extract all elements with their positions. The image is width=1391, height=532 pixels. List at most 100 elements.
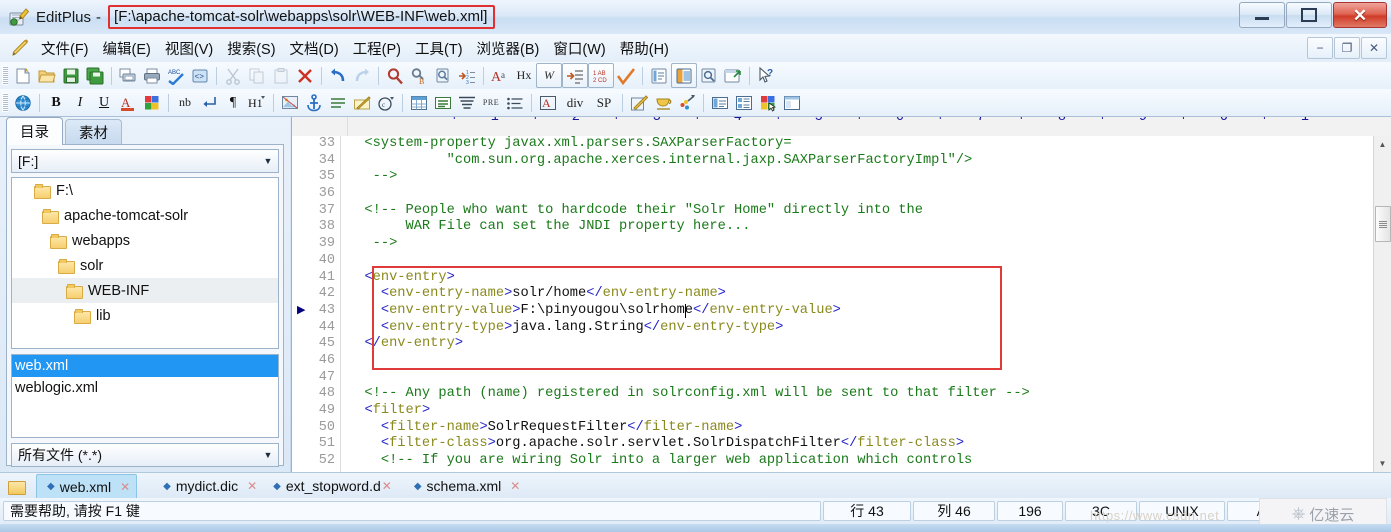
horizontal-rule-icon[interactable]: [326, 91, 350, 114]
copy-icon[interactable]: [245, 64, 269, 87]
doctab-schema-xml[interactable]: ◆ schema.xml ✕: [404, 475, 526, 497]
mdi-restore-button[interactable]: ❐: [1334, 37, 1360, 59]
menu-edit[interactable]: 编辑(E): [96, 35, 158, 62]
scrollbar-thumb[interactable]: [1375, 206, 1391, 242]
palette-grid-icon[interactable]: [756, 91, 780, 114]
tree-item-apache-tomcat-solr[interactable]: apache-tomcat-solr: [12, 203, 278, 228]
list-icon[interactable]: [503, 91, 527, 114]
file-item-weblogic-xml[interactable]: weblogic.xml: [12, 377, 278, 399]
code-line[interactable]: -->: [348, 169, 1030, 186]
tab-cliptext[interactable]: 素材: [65, 119, 122, 145]
form-icon[interactable]: [431, 91, 455, 114]
tree-item-f-root[interactable]: F:\: [12, 178, 278, 203]
panel-toggle-icon[interactable]: [671, 63, 697, 88]
doctab-web-xml[interactable]: ◆ web.xml ✕: [36, 473, 138, 499]
align-icon[interactable]: [455, 91, 479, 114]
bold-icon[interactable]: B: [44, 91, 68, 114]
color-picker-icon[interactable]: [675, 91, 699, 114]
print-preview-icon[interactable]: [116, 64, 140, 87]
font-color-icon[interactable]: A: [116, 91, 140, 114]
font-tag-icon[interactable]: A: [536, 91, 560, 114]
color-palette-icon[interactable]: [140, 91, 164, 114]
browser-icon[interactable]: [721, 64, 745, 87]
menu-project[interactable]: 工程(P): [346, 35, 408, 62]
code-area[interactable]: 33 34 35 36 37 38 39 40 41 42 43 ▶ 44 45 46 47 48 49 50 51 5…: [292, 136, 1375, 472]
doctab-ext-stopword[interactable]: ◆ ext_stopword.d ✕: [263, 475, 398, 497]
script-edit-icon[interactable]: [627, 91, 651, 114]
code-line[interactable]: <env-entry-type>java.lang.String</env-en…: [348, 320, 1030, 337]
menu-tools[interactable]: 工具(T): [408, 35, 470, 62]
vertical-scrollbar[interactable]: ▲ ▼: [1373, 136, 1391, 472]
folder-tree[interactable]: F:\ apache-tomcat-solr webapps solr WEB-…: [11, 177, 279, 349]
close-button[interactable]: ✕: [1333, 2, 1387, 28]
goto-line-icon[interactable]: 123: [455, 64, 479, 87]
tree-item-web-inf[interactable]: WEB-INF: [12, 278, 278, 303]
font-icon[interactable]: Aa: [488, 64, 512, 87]
view-source-icon[interactable]: <>: [188, 64, 212, 87]
maximize-button[interactable]: [1286, 2, 1332, 28]
check-icon[interactable]: [614, 64, 638, 87]
code-line[interactable]: <filter>: [348, 403, 1030, 420]
frame-icon[interactable]: [708, 91, 732, 114]
toolbar-grip[interactable]: [2, 66, 8, 85]
toolbar-grip[interactable]: [2, 93, 8, 112]
list-box-icon[interactable]: [732, 91, 756, 114]
heading-icon[interactable]: H1: [245, 91, 269, 114]
code-line[interactable]: <!-- If you are wiring Solr into a large…: [348, 453, 1030, 470]
code-line[interactable]: [348, 353, 1030, 370]
minimize-button[interactable]: [1239, 2, 1285, 28]
undo-icon[interactable]: [326, 64, 350, 87]
close-icon[interactable]: ✕: [510, 479, 520, 493]
mdi-minimize-button[interactable]: −: [1307, 37, 1333, 59]
word-wrap-icon[interactable]: W: [536, 63, 562, 88]
code-lines[interactable]: <system-property javax.xml.parsers.SAXPa…: [348, 136, 1030, 470]
indent-icon[interactable]: [562, 63, 588, 88]
table-icon[interactable]: [407, 91, 431, 114]
italic-icon[interactable]: I: [68, 91, 92, 114]
anchor-icon[interactable]: [302, 91, 326, 114]
cut-icon[interactable]: [221, 64, 245, 87]
drive-combo[interactable]: [F:] ▼: [11, 149, 279, 173]
paragraph-icon[interactable]: ¶: [221, 91, 245, 114]
paste-icon[interactable]: [269, 64, 293, 87]
scroll-up-button[interactable]: ▲: [1374, 136, 1391, 153]
css-edit-icon[interactable]: [651, 91, 675, 114]
tree-item-webapps[interactable]: webapps: [12, 228, 278, 253]
preview-icon[interactable]: [697, 64, 721, 87]
delete-icon[interactable]: [293, 64, 317, 87]
find-in-files-icon[interactable]: [431, 64, 455, 87]
underline-icon[interactable]: U: [92, 91, 116, 114]
layout-icon[interactable]: [780, 91, 804, 114]
tab-directory[interactable]: 目录: [6, 117, 63, 145]
code-line[interactable]: [348, 253, 1030, 270]
code-line[interactable]: <!-- Any path (name) registered in solrc…: [348, 386, 1029, 403]
close-icon[interactable]: ✕: [120, 480, 130, 494]
span-icon[interactable]: SP: [590, 91, 618, 114]
code-line[interactable]: </env-entry>: [348, 336, 1030, 353]
code-line[interactable]: <!-- People who want to hardcode their "…: [348, 203, 1030, 220]
close-icon[interactable]: ✕: [382, 479, 392, 493]
close-icon[interactable]: ✕: [247, 479, 257, 493]
redo-icon[interactable]: [350, 64, 374, 87]
div-icon[interactable]: div: [560, 91, 590, 114]
menu-window[interactable]: 窗口(W): [546, 35, 612, 62]
replace-icon[interactable]: B: [407, 64, 431, 87]
pre-icon[interactable]: PRE: [479, 91, 503, 114]
code-line[interactable]: "com.sun.org.apache.xerces.internal.jaxp…: [348, 153, 1030, 170]
menu-search[interactable]: 搜索(S): [220, 35, 282, 62]
globe-icon[interactable]: [11, 91, 35, 114]
image-icon[interactable]: [278, 91, 302, 114]
menu-help[interactable]: 帮助(H): [613, 35, 676, 62]
line-break-icon[interactable]: [197, 91, 221, 114]
new-file-icon[interactable]: [11, 64, 35, 87]
chevron-down-icon[interactable]: ▼: [258, 156, 278, 166]
copyright-icon[interactable]: c: [374, 91, 398, 114]
file-item-web-xml[interactable]: web.xml: [12, 355, 278, 377]
find-icon[interactable]: [383, 64, 407, 87]
tree-item-lib[interactable]: lib: [12, 303, 278, 328]
chevron-down-icon[interactable]: ▼: [258, 450, 278, 460]
code-line[interactable]: <env-entry-name>solr/home</env-entry-nam…: [348, 286, 1030, 303]
spell-check-icon[interactable]: ABC: [164, 64, 188, 87]
code-line[interactable]: <filter-name>SolrRequestFilter</filter-n…: [348, 420, 1030, 437]
menu-view[interactable]: 视图(V): [158, 35, 220, 62]
